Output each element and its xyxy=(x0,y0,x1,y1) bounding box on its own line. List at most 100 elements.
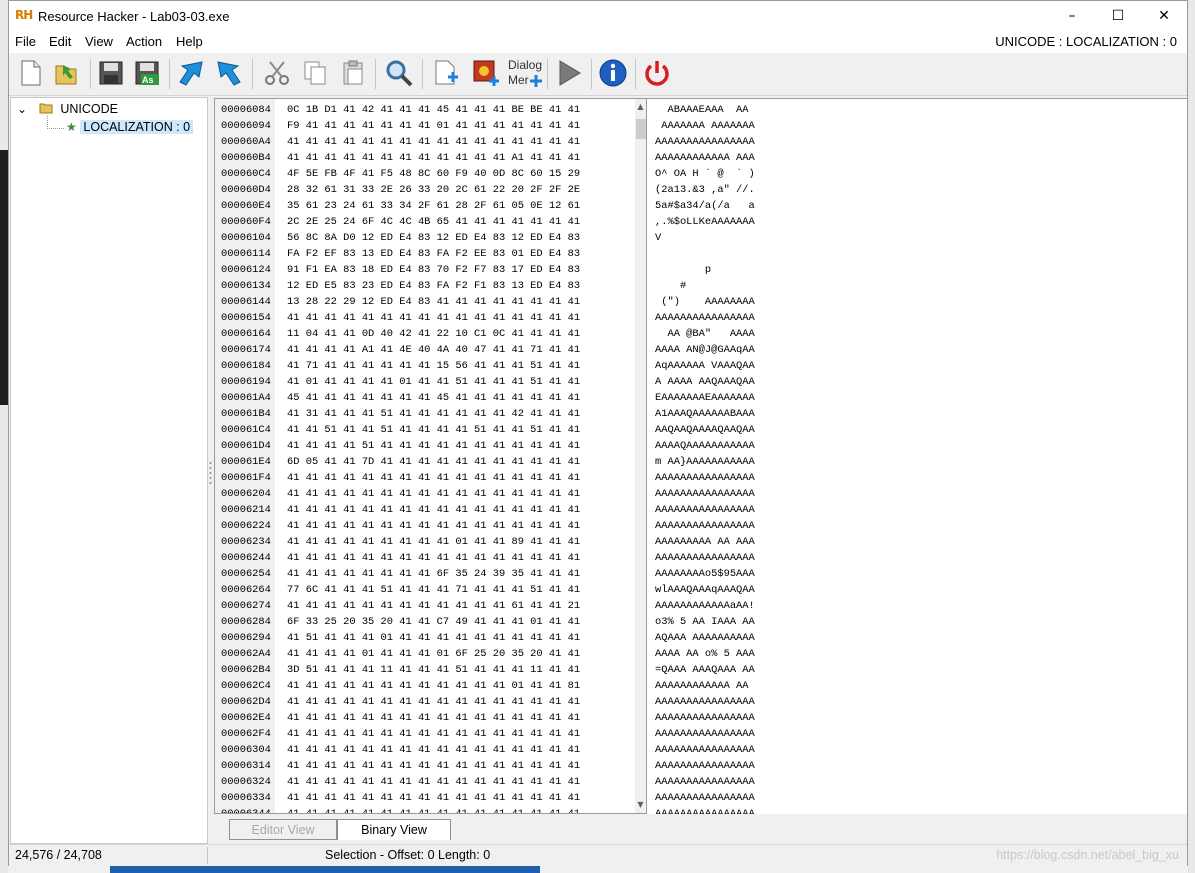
tab-binary-view[interactable]: Binary View xyxy=(337,819,451,840)
hex-bytes-row[interactable]: 41 41 41 41 01 41 41 41 01 6F 25 20 35 2… xyxy=(287,646,580,662)
ascii-row[interactable]: AAAAAAAAAAAA AAA xyxy=(655,150,755,166)
close-button[interactable]: ✕ xyxy=(1141,1,1187,31)
scroll-down-icon[interactable]: ▼ xyxy=(635,799,646,811)
hex-bytes-row[interactable]: 41 41 41 41 41 41 41 41 6F 35 24 39 35 4… xyxy=(287,566,580,582)
hex-bytes-row[interactable]: 41 01 41 41 41 41 01 41 41 51 41 41 41 5… xyxy=(287,374,580,390)
dialog-menu-icon[interactable]: Dialog Mer xyxy=(506,57,544,89)
ascii-row[interactable]: AAAA AN@J@GAAqAA xyxy=(655,342,755,358)
ascii-text-pane[interactable]: ABAAAEAAA AA AAAAAAA AAAAAAA AAAAAAAAAAAA… xyxy=(647,98,1187,814)
hex-bytes-row[interactable]: 41 41 41 41 41 41 41 41 41 41 41 41 41 4… xyxy=(287,758,580,774)
scrollbar-thumb[interactable] xyxy=(636,119,646,139)
ascii-row[interactable]: (") AAAAAAAA xyxy=(655,294,755,310)
hex-bytes-row[interactable]: 41 41 41 41 41 41 41 41 41 41 41 41 41 4… xyxy=(287,502,580,518)
save-icon[interactable] xyxy=(95,57,127,89)
ascii-row[interactable]: AAAAAAAAAAAAaAA! xyxy=(655,598,755,614)
hex-bytes-row[interactable]: 41 41 51 41 41 51 41 41 41 41 51 41 41 5… xyxy=(287,422,580,438)
hex-bytes-row[interactable]: 91 F1 EA 83 18 ED E4 83 70 F2 F7 83 17 E… xyxy=(287,262,580,278)
ascii-row[interactable]: V xyxy=(655,230,661,246)
ascii-row[interactable]: AAAAAAAAAAAAAAAA xyxy=(655,806,755,814)
menu-action[interactable]: Action xyxy=(126,34,162,49)
ascii-row[interactable]: AAAAAAAAAAAAAAAA xyxy=(655,310,755,326)
ascii-row[interactable]: 5a#$a34/a(/a a xyxy=(655,198,755,214)
ascii-row[interactable]: AAAAAAAAAAAA AA xyxy=(655,678,749,694)
ascii-row[interactable]: wlAAAQAAAqAAAQAA xyxy=(655,582,755,598)
scroll-up-icon[interactable]: ▲ xyxy=(635,101,646,113)
ascii-row[interactable]: AAAAAAAAAAAAAAAA xyxy=(655,758,755,774)
ascii-row[interactable]: (2a13.&3 ,a" //. xyxy=(655,182,755,198)
hex-bytes-row[interactable]: FA F2 EF 83 13 ED E4 83 FA F2 EE 83 01 E… xyxy=(287,246,580,262)
hex-bytes-row[interactable]: 41 41 41 41 41 41 41 41 41 41 41 41 01 4… xyxy=(287,678,580,694)
hex-bytes-row[interactable]: 41 41 41 41 41 41 41 41 41 41 41 41 41 4… xyxy=(287,486,580,502)
copy-icon[interactable] xyxy=(299,57,331,89)
ascii-row[interactable]: AAAAAAAAAAAAAAAA xyxy=(655,726,755,742)
ascii-row[interactable]: AAAAAAAAAAAAAAAA xyxy=(655,550,755,566)
run-script-icon[interactable] xyxy=(553,57,585,89)
hex-bytes-row[interactable]: 41 41 41 41 41 41 41 41 41 41 41 41 41 4… xyxy=(287,518,580,534)
ascii-row[interactable]: ABAAAEAAA AA xyxy=(655,102,748,118)
cut-icon[interactable] xyxy=(261,57,293,89)
menu-file[interactable]: File xyxy=(15,34,36,49)
hex-bytes-row[interactable]: 41 41 41 41 41 41 41 41 41 41 41 41 41 4… xyxy=(287,790,580,806)
hex-bytes-row[interactable]: 41 41 41 41 41 41 41 41 41 41 41 41 41 4… xyxy=(287,470,580,486)
save-as-icon[interactable]: As xyxy=(131,57,163,89)
tab-editor-view[interactable]: Editor View xyxy=(229,819,337,840)
hex-bytes-row[interactable]: F9 41 41 41 41 41 41 41 01 41 41 41 41 4… xyxy=(287,118,580,134)
hex-bytes-row[interactable]: 41 41 41 41 41 41 41 41 41 41 41 41 41 4… xyxy=(287,134,580,150)
vertical-scrollbar[interactable]: ▲ ▼ xyxy=(635,99,646,813)
hex-bytes-row[interactable]: 3D 51 41 41 41 11 41 41 41 51 41 41 41 1… xyxy=(287,662,580,678)
ascii-row[interactable]: AAAAAAAAAAAAAAAA xyxy=(655,790,755,806)
add-image-icon[interactable] xyxy=(470,57,502,89)
ascii-row[interactable]: AqAAAAAA VAAAQAA xyxy=(655,358,755,374)
ascii-row[interactable]: AQAAA AAAAAAAAAA xyxy=(655,630,755,646)
ascii-row[interactable]: AAAAAAA AAAAAAA xyxy=(655,118,755,134)
hex-bytes-row[interactable]: 41 71 41 41 41 41 41 41 15 56 41 41 41 5… xyxy=(287,358,580,374)
hex-bytes-row[interactable]: 6F 33 25 20 35 20 41 41 C7 49 41 41 41 0… xyxy=(287,614,580,630)
search-icon[interactable] xyxy=(383,57,415,89)
ascii-row[interactable]: AAAAAAAAAAAAAAAA xyxy=(655,486,755,502)
ascii-row[interactable]: AAAAAAAAAAAAAAAA xyxy=(655,742,755,758)
hex-bytes-row[interactable]: 41 41 41 41 41 41 41 41 41 41 41 41 41 4… xyxy=(287,726,580,742)
forward-arrow-icon[interactable] xyxy=(213,57,245,89)
ascii-row[interactable]: O^ OA H ` @ ` ) xyxy=(655,166,755,182)
ascii-row[interactable]: AAAAAAAAAAAAAAAA xyxy=(655,470,755,486)
hex-bytes-row[interactable]: 41 41 41 41 41 41 41 41 41 41 41 41 A1 4… xyxy=(287,150,580,166)
hex-bytes-row[interactable]: 41 41 41 41 A1 41 4E 40 4A 40 47 41 41 7… xyxy=(287,342,580,358)
hex-bytes-row[interactable]: 11 04 41 41 0D 40 42 41 22 10 C1 0C 41 4… xyxy=(287,326,580,342)
ascii-row[interactable]: p xyxy=(655,262,711,278)
ascii-row[interactable]: AAAAAAAAAAAAAAAA xyxy=(655,774,755,790)
back-arrow-icon[interactable] xyxy=(175,57,207,89)
ascii-row[interactable]: AAAAAAAAAAAAAAAA xyxy=(655,710,755,726)
hex-bytes-row[interactable]: 41 41 41 41 41 41 41 41 41 41 41 41 41 4… xyxy=(287,806,580,813)
minimize-button[interactable]: – xyxy=(1049,1,1095,31)
power-icon[interactable] xyxy=(641,57,673,89)
hex-bytes-row[interactable]: 0C 1B D1 41 42 41 41 41 45 41 41 41 BE B… xyxy=(287,102,580,118)
hex-bytes-row[interactable]: 41 41 41 41 41 41 41 41 41 01 41 41 89 4… xyxy=(287,534,580,550)
ascii-row[interactable]: A1AAAQAAAAAABAAA xyxy=(655,406,755,422)
hex-bytes-row[interactable]: 41 41 41 41 51 41 41 41 41 41 41 41 41 4… xyxy=(287,438,580,454)
ascii-row[interactable]: =QAAA AAAQAAA AA xyxy=(655,662,755,678)
hex-bytes-row[interactable]: 77 6C 41 41 41 51 41 41 41 71 41 41 41 5… xyxy=(287,582,580,598)
ascii-row[interactable]: A AAAA AAQAAAQAA xyxy=(655,374,755,390)
ascii-row[interactable]: AAAAAAAAAAAAAAAA xyxy=(655,502,755,518)
menu-edit[interactable]: Edit xyxy=(49,34,71,49)
ascii-row[interactable]: AAQAAQAAAAQAAQAA xyxy=(655,422,755,438)
ascii-row[interactable]: o3% 5 AA IAAA AA xyxy=(655,614,755,630)
ascii-row[interactable]: m AA}AAAAAAAAAAA xyxy=(655,454,755,470)
chevron-down-icon[interactable]: ⌄ xyxy=(17,102,27,116)
hex-bytes-row[interactable]: 12 ED E5 83 23 ED E4 83 FA F2 F1 83 13 E… xyxy=(287,278,580,294)
menu-help[interactable]: Help xyxy=(176,34,203,49)
tree-node-localization[interactable]: ★ LOCALIZATION : 0 xyxy=(66,118,194,136)
ascii-row[interactable]: ,.%$oLLKeAAAAAAA xyxy=(655,214,755,230)
hex-bytes-row[interactable]: 6D 05 41 41 7D 41 41 41 41 41 41 41 41 4… xyxy=(287,454,580,470)
info-icon[interactable] xyxy=(597,57,629,89)
hex-bytes-row[interactable]: 41 41 41 41 41 41 41 41 41 41 41 41 41 4… xyxy=(287,550,580,566)
add-resource-icon[interactable] xyxy=(430,57,462,89)
ascii-row[interactable]: AAAAQAAAAAAAAAAA xyxy=(655,438,755,454)
hex-bytes-row[interactable]: 13 28 22 29 12 ED E4 83 41 41 41 41 41 4… xyxy=(287,294,580,310)
ascii-row[interactable]: # xyxy=(655,278,686,294)
hex-bytes-row[interactable]: 4F 5E FB 4F 41 F5 48 8C 60 F9 40 0D 8C 6… xyxy=(287,166,580,182)
hex-bytes-row[interactable]: 41 41 41 41 41 41 41 41 41 41 41 41 41 4… xyxy=(287,742,580,758)
open-folder-icon[interactable] xyxy=(51,57,83,89)
hex-bytes-row[interactable]: 35 61 23 24 61 33 34 2F 61 28 2F 61 05 0… xyxy=(287,198,580,214)
hex-bytes-row[interactable]: 2C 2E 25 24 6F 4C 4C 4B 65 41 41 41 41 4… xyxy=(287,214,580,230)
